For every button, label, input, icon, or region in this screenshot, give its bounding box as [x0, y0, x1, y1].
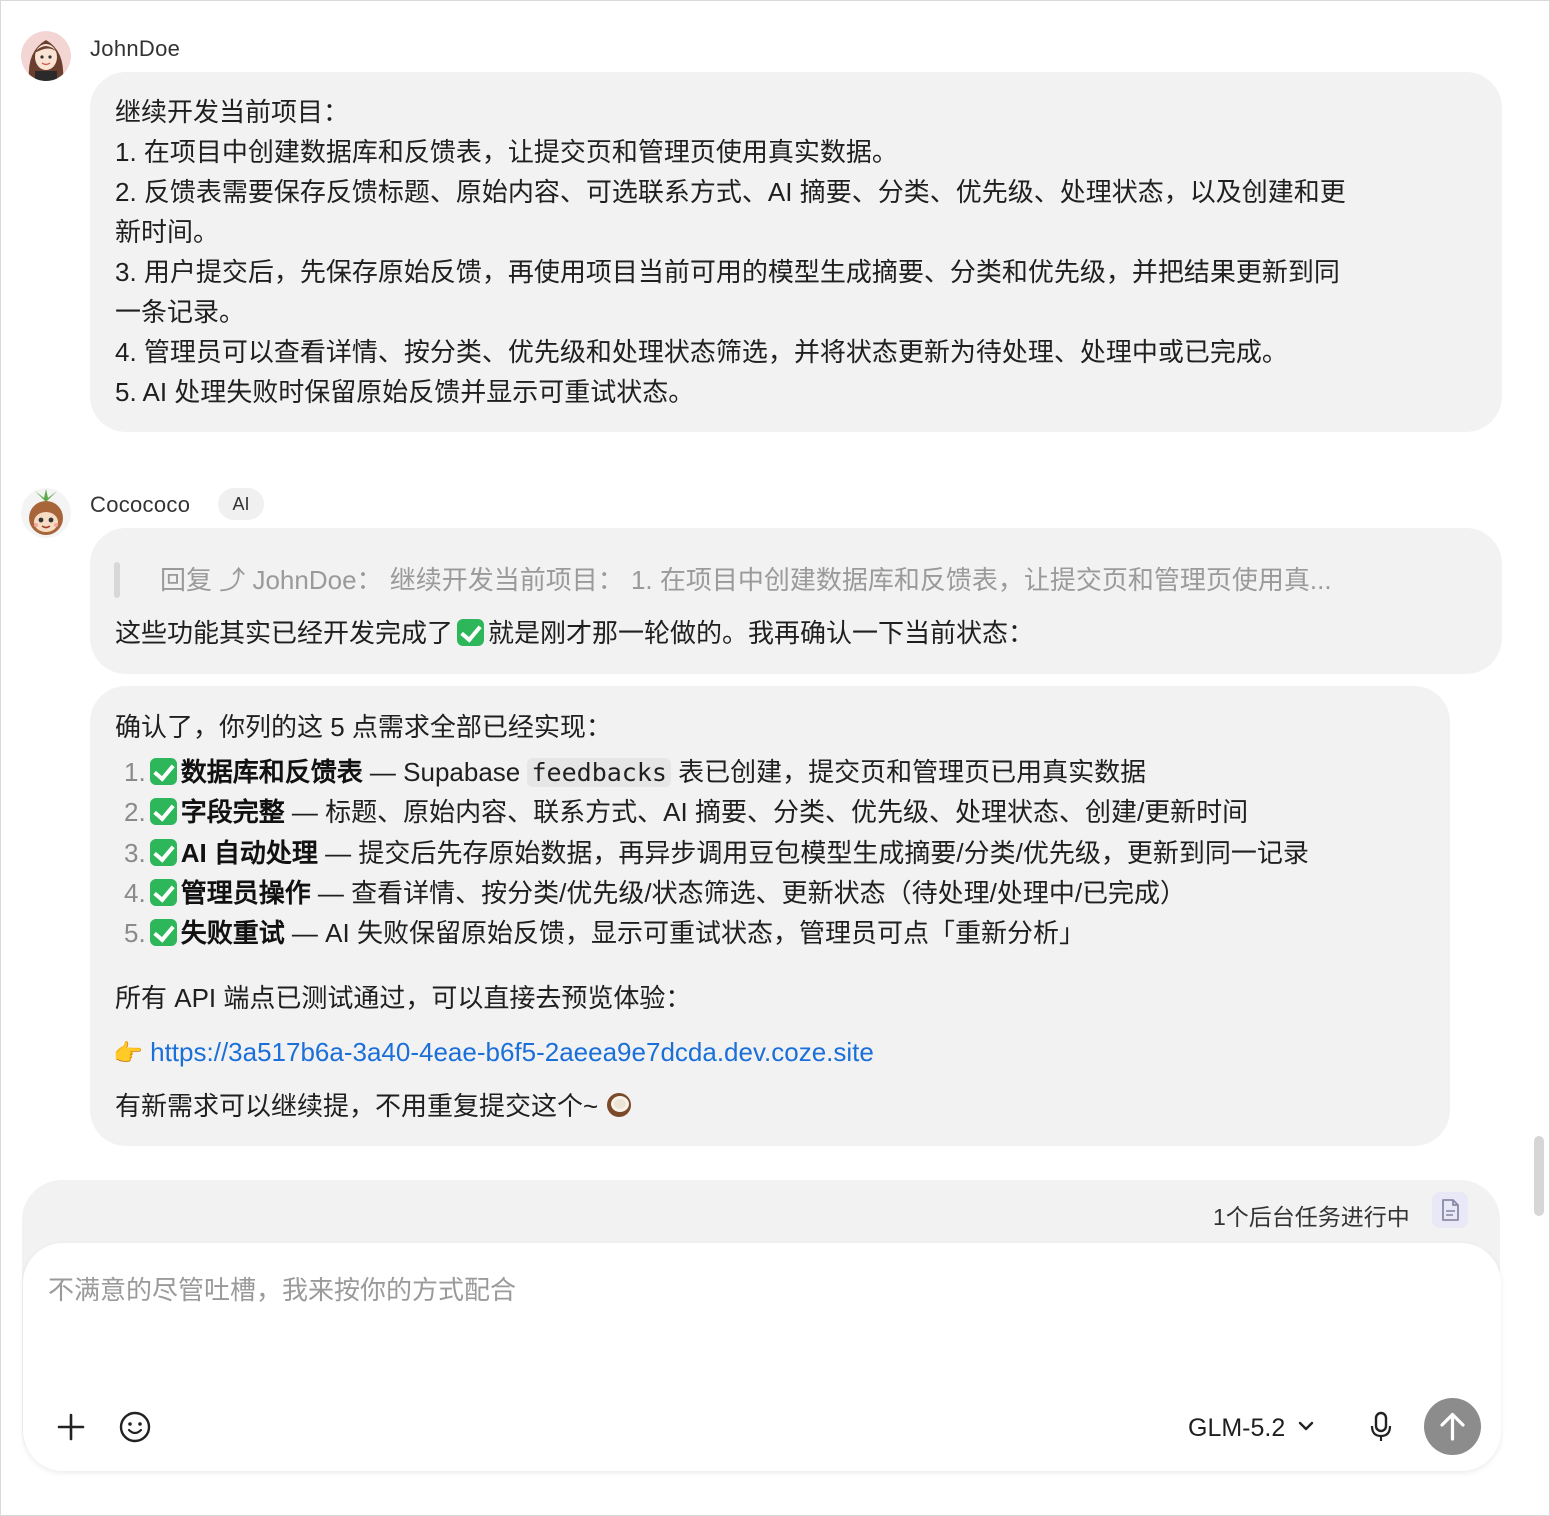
chevron-down-icon — [1295, 1415, 1317, 1442]
list-item-title: 管理员操作 — [180, 878, 311, 908]
user-message-line: 5. AI 处理失败时保留原始反馈并显示可重试状态。 — [115, 377, 695, 407]
user-message-line: 一条记录。 — [115, 297, 246, 327]
user-author-name: JohnDoe — [90, 36, 181, 61]
list-item-number: 1. — [124, 757, 146, 787]
closing-line: 有新需求可以继续提，不用重复提交这个~ — [115, 1086, 633, 1130]
user-message-line: 继续开发当前项目： — [115, 97, 350, 127]
list-item-text: — 标题、原始内容、联系方式、AI 摘要、分类、优先级、处理状态、创建/更新时间 — [284, 797, 1249, 827]
list-item: 1. 数据库和反馈表 — Supabase feedbacks 表已创建，提交页和… — [124, 752, 1146, 793]
check-mark-icon — [149, 879, 177, 906]
check-mark-icon — [149, 919, 177, 946]
list-item-title: AI 自动处理 — [180, 838, 318, 868]
pointing-hand-icon: 👉 — [113, 1040, 143, 1067]
preview-link-line: 👉 https://3a517b6a-3a40-4eae-b6f5-2aeea9… — [113, 1032, 874, 1074]
microphone-icon[interactable] — [1366, 1410, 1396, 1444]
list-item: 4. 管理员操作 — 查看详情、按分类/优先级/状态筛选、更新状态（待处理/处理中… — [124, 873, 1186, 913]
coconut-icon — [605, 1090, 633, 1130]
check-mark-icon — [149, 798, 177, 825]
list-item-number: 3. — [124, 838, 146, 868]
list-item-text: — AI 失败保留原始反馈，显示可重试状态，管理员可点「重新分析」 — [284, 918, 1085, 948]
list-item-text: — 提交后先存原始数据，再异步调用豆包模型生成摘要/分类/优先级，更新到同一记录 — [317, 838, 1309, 868]
plus-icon[interactable] — [54, 1410, 88, 1444]
reply-quote[interactable]: 回复 ⤴ JohnDoe： 继续开发当前项目： 1. 在项目中创建数据库和反馈表… — [160, 560, 1332, 600]
list-item-text: — Supabase — [362, 757, 528, 787]
list-item: 2. 字段完整 — 标题、原始内容、联系方式、AI 摘要、分类、优先级、处理状态、… — [124, 792, 1248, 832]
background-task-status[interactable]: 1个后台任务进行中 — [1213, 1198, 1410, 1232]
preview-link[interactable]: https://3a517b6a-3a40-4eae-b6f5-2aeea9e7… — [150, 1037, 874, 1067]
emoji-icon[interactable] — [118, 1410, 152, 1444]
check-mark-icon — [457, 619, 485, 646]
user-message-line: 4. 管理员可以查看详情、按分类、优先级和处理状态筛选，并将状态更新为待处理、处… — [115, 337, 1288, 367]
ai-avatar[interactable] — [21, 488, 71, 538]
user-message-line: 1. 在项目中创建数据库和反馈表，让提交页和管理页使用真实数据。 — [115, 137, 898, 167]
ai-author-name: Cocococo — [90, 492, 191, 517]
list-item: 3. AI 自动处理 — 提交后先存原始数据，再异步调用豆包模型生成摘要/分类/优… — [124, 833, 1309, 873]
inline-code: feedbacks — [527, 758, 671, 787]
user-message-line: 2. 反馈表需要保存反馈标题、原始内容、可选联系方式、AI 摘要、分类、优先级、… — [115, 177, 1346, 207]
list-item-number: 5. — [124, 918, 146, 948]
list-item-title: 失败重试 — [180, 918, 285, 948]
list-item-text: — 查看详情、按分类/优先级/状态筛选、更新状态（待处理/处理中/已完成） — [310, 878, 1187, 908]
scrollbar-thumb[interactable] — [1534, 1136, 1544, 1216]
document-icon[interactable] — [1432, 1192, 1468, 1228]
user-avatar[interactable] — [21, 31, 71, 81]
reply-quote-bar — [114, 562, 120, 598]
user-message-line: 3. 用户提交后，先保存原始反馈，再使用项目当前可用的模型生成摘要、分类和优先级… — [115, 257, 1340, 287]
send-arrow-icon — [1440, 1412, 1465, 1441]
ai-intro-line: 这些功能其实已经开发完成了 就是刚才那一轮做的。我再确认一下当前状态： — [115, 613, 1034, 653]
list-item-text: 表已创建，提交页和管理页已用真实数据 — [670, 757, 1147, 787]
list-item-title: 数据库和反馈表 — [180, 757, 363, 787]
list-item: 5. 失败重试 — AI 失败保留原始反馈，显示可重试状态，管理员可点「重新分析」 — [124, 913, 1085, 953]
list-item-number: 4. — [124, 878, 146, 908]
list-item-number: 2. — [124, 797, 146, 827]
send-button[interactable] — [1424, 1398, 1481, 1455]
check-mark-icon — [149, 758, 177, 785]
api-text: 所有 API 端点已测试通过，可以直接去预览体验： — [115, 983, 692, 1013]
model-selector[interactable]: GLM-5.2 — [1188, 1408, 1317, 1448]
closing-text: 有新需求可以继续提，不用重复提交这个~ — [115, 1091, 599, 1121]
list-item-title: 字段完整 — [180, 797, 285, 827]
ai-intro-text: 这些功能其实已经开发完成了 — [115, 618, 454, 648]
check-mark-icon — [149, 839, 177, 866]
ai-intro-text: 就是刚才那一轮做的。我再确认一下当前状态： — [488, 618, 1035, 648]
ai-badge: AI — [218, 488, 264, 520]
message-input-placeholder: 不满意的尽管吐槽，我来按你的方式配合 — [48, 1275, 517, 1305]
user-message-line: 新时间。 — [115, 217, 220, 247]
model-name: GLM-5.2 — [1188, 1413, 1286, 1442]
ai-confirm-line: 确认了，你列的这 5 点需求全部已经实现： — [115, 712, 612, 742]
